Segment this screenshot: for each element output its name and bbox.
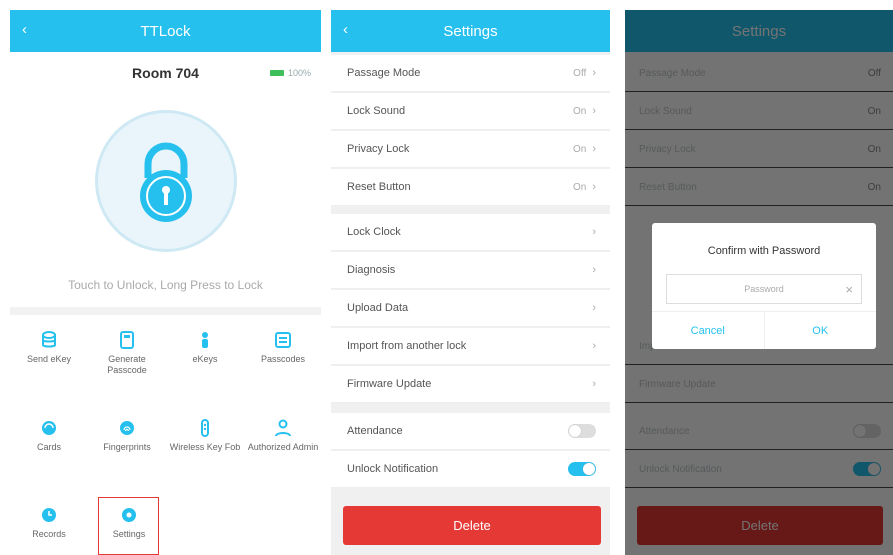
- cards-button[interactable]: Cards: [10, 418, 88, 453]
- unlock-notification-toggle[interactable]: [568, 462, 596, 476]
- setting-import[interactable]: Import from another lock ›: [331, 328, 610, 365]
- setting-passage-mode[interactable]: Passage Mode Off ›: [331, 55, 610, 92]
- toggle-knob: [583, 463, 595, 475]
- divider: [10, 307, 321, 315]
- grid-label: Fingerprints: [103, 442, 151, 452]
- setting-label: Reset Button: [347, 181, 411, 193]
- toggle-knob: [569, 425, 581, 437]
- setting-value: On: [572, 181, 587, 193]
- setting-label: Attendance: [347, 425, 403, 437]
- admin-icon: [275, 419, 291, 437]
- chevron-right-icon: ›: [592, 67, 596, 79]
- attendance-toggle[interactable]: [568, 424, 596, 438]
- battery-indicator: 100%: [269, 68, 311, 78]
- setting-diagnosis[interactable]: Diagnosis ›: [331, 252, 610, 289]
- unlock-hint: Touch to Unlock, Long Press to Lock: [68, 278, 263, 292]
- grid-label: Send eKey: [26, 354, 72, 364]
- list-icon: [275, 332, 291, 348]
- password-placeholder: Password: [744, 284, 784, 294]
- setting-lock-sound[interactable]: Lock Sound On ›: [331, 93, 610, 130]
- settings-title: Settings: [443, 22, 498, 40]
- grid-label: Generate Passcode: [107, 354, 147, 375]
- setting-label: Import from another lock: [347, 340, 467, 352]
- setting-firmware-update[interactable]: Firmware Update ›: [331, 366, 610, 403]
- setting-lock-clock[interactable]: Lock Clock ›: [331, 214, 610, 251]
- chevron-right-icon: ›: [592, 181, 596, 193]
- delete-button[interactable]: Delete: [343, 506, 601, 545]
- unlock-button[interactable]: [95, 110, 237, 252]
- card-icon: [42, 421, 56, 435]
- setting-label: Firmware Update: [347, 378, 432, 390]
- ok-button[interactable]: OK: [763, 312, 877, 349]
- settings-highlight: [98, 497, 159, 555]
- home-screen: ‹ TTLock Room 704 100% Touch to Unlock, …: [10, 10, 321, 555]
- setting-label: Passage Mode: [347, 67, 421, 79]
- password-dialog: Confirm with Password Password × Cancel …: [652, 223, 876, 349]
- authorized-admin-button[interactable]: Authorized Admin: [244, 418, 321, 453]
- records-button[interactable]: Records: [10, 505, 88, 540]
- chevron-right-icon: ›: [592, 340, 596, 352]
- battery-icon: [269, 70, 284, 76]
- clock-icon: [42, 508, 56, 522]
- chevron-right-icon: ›: [592, 378, 596, 390]
- send-ekey-button[interactable]: Send eKey: [10, 330, 88, 365]
- cancel-button[interactable]: Cancel: [652, 312, 764, 349]
- grid-label: Records: [32, 529, 66, 539]
- ekeys-button[interactable]: eKeys: [166, 330, 244, 365]
- home-header: ‹ TTLock: [10, 10, 321, 52]
- dialog-title: Confirm with Password: [707, 245, 821, 257]
- grid-label: eKeys: [192, 354, 218, 364]
- home-title: TTLock: [140, 22, 191, 40]
- setting-unlock-notification: Unlock Notification: [331, 451, 610, 488]
- chevron-right-icon: ›: [592, 302, 596, 314]
- setting-label: Lock Sound: [347, 105, 406, 117]
- password-input[interactable]: Password ×: [666, 274, 862, 304]
- setting-label: Upload Data: [347, 302, 409, 314]
- grid-label: Passcodes: [260, 354, 306, 364]
- setting-label: Diagnosis: [347, 264, 396, 276]
- grid-label: Cards: [36, 442, 61, 452]
- confirm-screen: Settings Passage ModeOff Lock SoundOn Pr…: [625, 10, 893, 555]
- setting-value: On: [572, 143, 587, 155]
- setting-upload-data[interactable]: Upload Data ›: [331, 290, 610, 327]
- chevron-right-icon: ›: [592, 143, 596, 155]
- setting-label: Privacy Lock: [347, 143, 410, 155]
- clear-icon[interactable]: ×: [845, 282, 853, 297]
- setting-label: Lock Clock: [347, 226, 401, 238]
- setting-value: On: [572, 105, 587, 117]
- battery-level: 100%: [287, 68, 311, 78]
- fingerprints-button[interactable]: Fingerprints: [88, 418, 166, 453]
- setting-privacy-lock[interactable]: Privacy Lock On ›: [331, 131, 610, 168]
- back-icon[interactable]: ‹: [22, 22, 27, 38]
- settings-screen: ‹ Settings Passage Mode Off › Lock Sound…: [331, 10, 610, 555]
- setting-label: Unlock Notification: [347, 463, 439, 475]
- wireless-key-fob-button[interactable]: Wireless Key Fob: [166, 418, 244, 453]
- dialog-actions: Cancel OK: [652, 311, 876, 349]
- setting-attendance: Attendance: [331, 413, 610, 450]
- setting-value: Off: [573, 67, 587, 79]
- grid-label: Authorized Admin: [247, 442, 319, 452]
- fingerprint-icon: [120, 421, 134, 435]
- keypad-icon: [120, 331, 134, 349]
- padlock-icon: [140, 142, 192, 222]
- person-icon: [202, 332, 208, 348]
- remote-icon: [201, 419, 209, 437]
- database-icon: [42, 331, 56, 348]
- generate-passcode-button[interactable]: Generate Passcode: [88, 330, 166, 376]
- setting-reset-button[interactable]: Reset Button On ›: [331, 169, 610, 206]
- chevron-right-icon: ›: [592, 264, 596, 276]
- chevron-right-icon: ›: [592, 105, 596, 117]
- chevron-right-icon: ›: [592, 226, 596, 238]
- back-icon[interactable]: ‹: [343, 22, 348, 38]
- passcodes-button[interactable]: Passcodes: [244, 330, 321, 365]
- settings-header: ‹ Settings: [331, 10, 610, 52]
- grid-label: Wireless Key Fob: [169, 442, 241, 452]
